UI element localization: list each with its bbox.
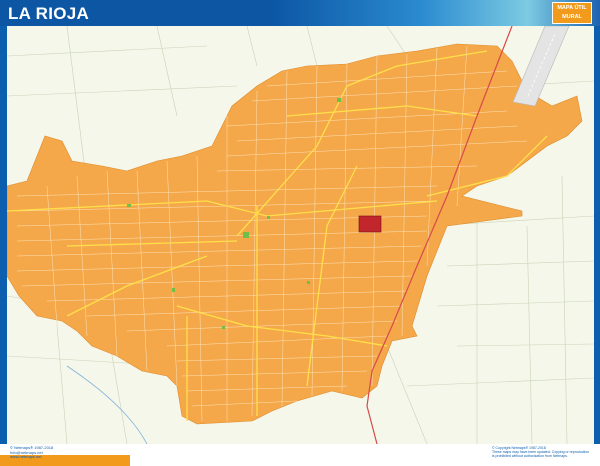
- brand-badge: MAPA ÚTIL MURAL: [552, 2, 592, 24]
- highlighted-block: [358, 215, 382, 233]
- brand-line-1: MAPA ÚTIL: [557, 5, 587, 11]
- river: [66, 365, 148, 444]
- map-title: LA RIOJA: [8, 4, 90, 23]
- footer-credits: © Netmaps® 1987-2018 Info@netmaps.net ww…: [10, 445, 54, 459]
- airport-runway: [512, 26, 570, 107]
- brand-line-2: MURAL: [562, 14, 582, 20]
- footer-copyright: © Copyright Netmaps® 1987-2018 These map…: [492, 446, 590, 458]
- map-canvas[interactable]: [7, 26, 594, 444]
- city-map: [7, 26, 594, 444]
- header-bar: LA RIOJA MAPA ÚTIL MURAL: [0, 0, 600, 26]
